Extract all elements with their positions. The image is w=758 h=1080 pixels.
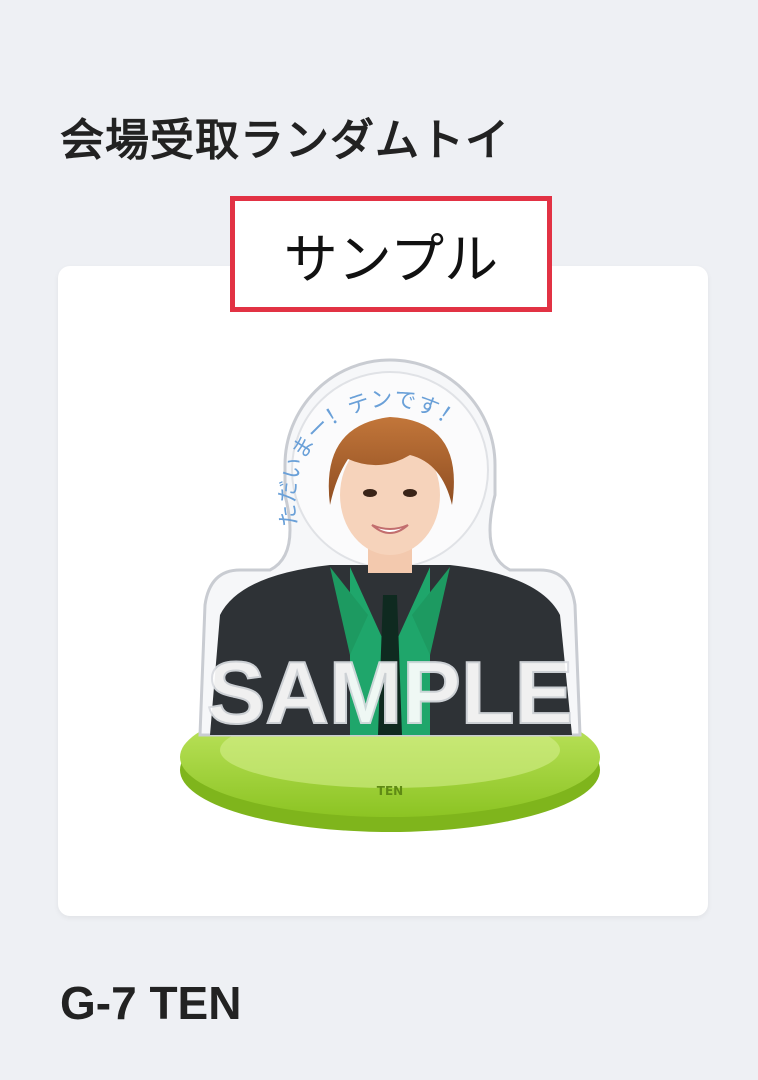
sample-tag: サンプル	[230, 196, 552, 312]
product-code-label: G-7 TEN	[60, 977, 242, 1029]
sample-tag-label: サンプル	[283, 227, 499, 291]
sample-watermark: SAMPLE	[207, 643, 574, 742]
acrylic-stand-image: TEN ただいまー！テンです！ SAMPLE	[180, 358, 600, 832]
product-page: 会場受取ランダムトイ TEN ただいまー！テンです！ SAMPLE サンプル G…	[0, 0, 758, 1080]
page-title: 会場受取ランダムトイ	[60, 115, 510, 166]
base-engraving: TEN	[377, 784, 403, 798]
